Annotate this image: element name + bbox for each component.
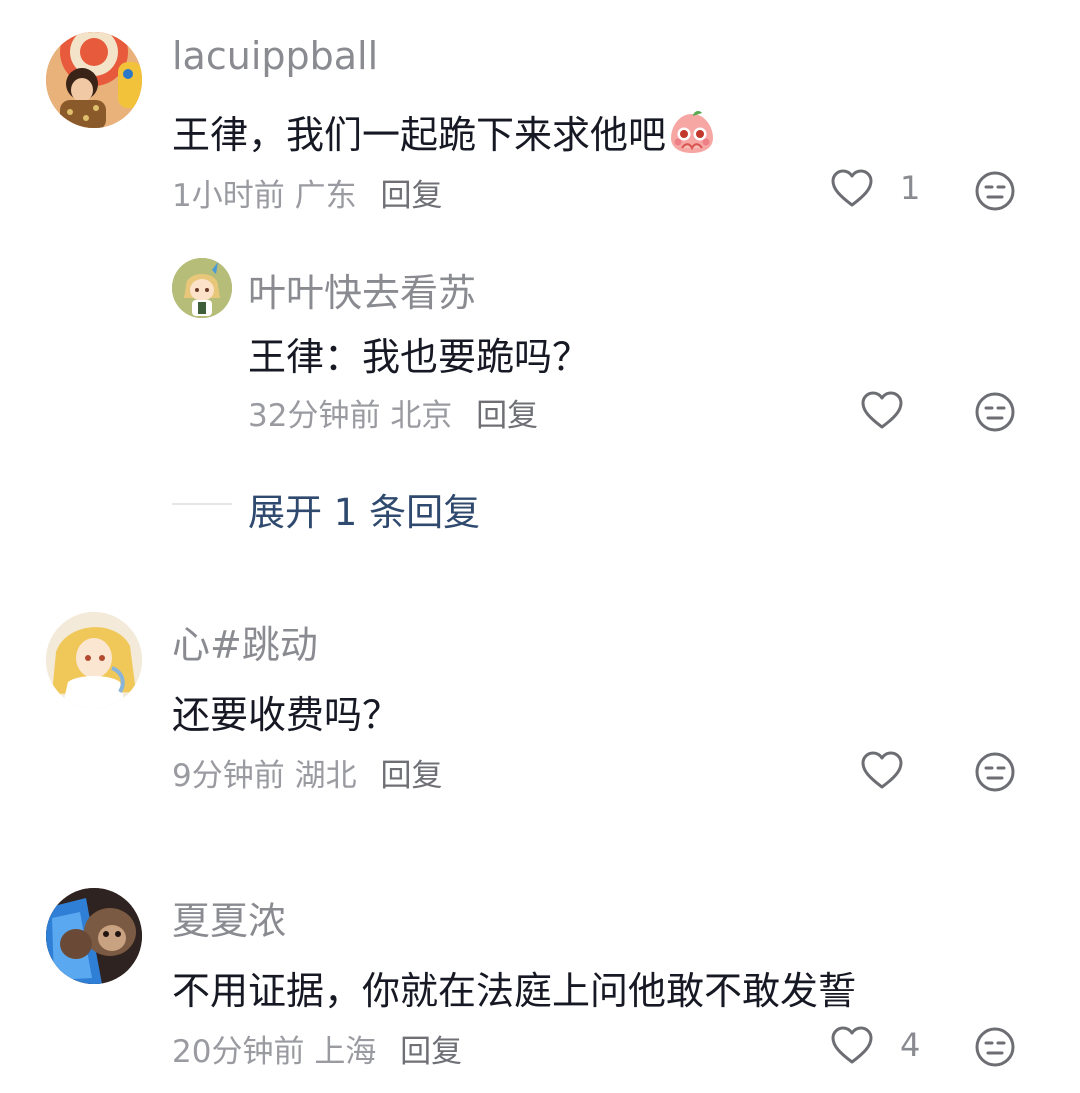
like-button[interactable]: 4	[830, 1025, 920, 1065]
comment-text-content: 王律，我们一起跪下来求他吧	[172, 113, 667, 157]
comment-meta: 1小时前 广东 回复	[172, 170, 442, 215]
heart-outline-icon	[861, 751, 903, 789]
avatar-image	[46, 888, 142, 984]
location: 北京	[390, 398, 453, 434]
reply-meta: 32分钟前 北京 回复	[248, 390, 538, 435]
timestamp: 20分钟前	[172, 1034, 305, 1070]
reply-text: 王律：我也要跪吗？	[248, 335, 591, 379]
blushing-peach-emoji	[671, 110, 714, 153]
location: 上海	[314, 1034, 377, 1070]
like-button[interactable]	[860, 390, 904, 430]
heart-outline-icon	[831, 169, 873, 207]
location: 湖北	[294, 758, 357, 794]
comment-text: 不用证据，你就在法庭上问他敢不敢发誓	[172, 969, 857, 1013]
avatar[interactable]	[46, 888, 142, 984]
reply-button[interactable]: 回复	[400, 1034, 462, 1070]
avatar-image	[46, 612, 142, 708]
reply-button[interactable]: 回复	[476, 398, 538, 434]
reply-button[interactable]: 回复	[380, 758, 442, 794]
avatar[interactable]	[172, 258, 232, 318]
timestamp: 9分钟前	[172, 758, 285, 794]
comment-text: 还要收费吗？	[172, 693, 401, 737]
username[interactable]: 叶叶快去看苏	[248, 262, 476, 317]
avatar-image	[172, 258, 232, 318]
meh-face-icon[interactable]	[974, 391, 1016, 433]
comment-meta: 9分钟前 湖北 回复	[172, 750, 442, 795]
like-count: 1	[900, 169, 921, 207]
expand-replies-button[interactable]: 展开 1 条回复	[248, 482, 480, 536]
username[interactable]: 心#跳动	[172, 614, 318, 669]
heart-outline-icon	[831, 1026, 873, 1064]
expand-divider	[172, 503, 232, 505]
timestamp: 1小时前	[172, 178, 285, 214]
comment-meta: 20分钟前 上海 回复	[172, 1026, 462, 1071]
avatar-image	[46, 32, 142, 128]
like-button[interactable]: 1	[830, 168, 920, 208]
username[interactable]: lacuippball	[172, 34, 378, 78]
meh-face-icon[interactable]	[974, 751, 1016, 793]
like-button[interactable]	[860, 750, 904, 790]
location: 广东	[294, 178, 357, 214]
reply-button[interactable]: 回复	[380, 178, 442, 214]
like-count: 4	[900, 1026, 921, 1064]
timestamp: 32分钟前	[248, 398, 381, 434]
comment-text: 王律，我们一起跪下来求他吧	[172, 104, 716, 159]
username[interactable]: 夏夏浓	[172, 890, 286, 945]
meh-face-icon[interactable]	[974, 1026, 1016, 1068]
avatar[interactable]	[46, 32, 142, 128]
meh-face-icon[interactable]	[974, 170, 1016, 212]
avatar[interactable]	[46, 612, 142, 708]
heart-outline-icon	[861, 391, 903, 429]
